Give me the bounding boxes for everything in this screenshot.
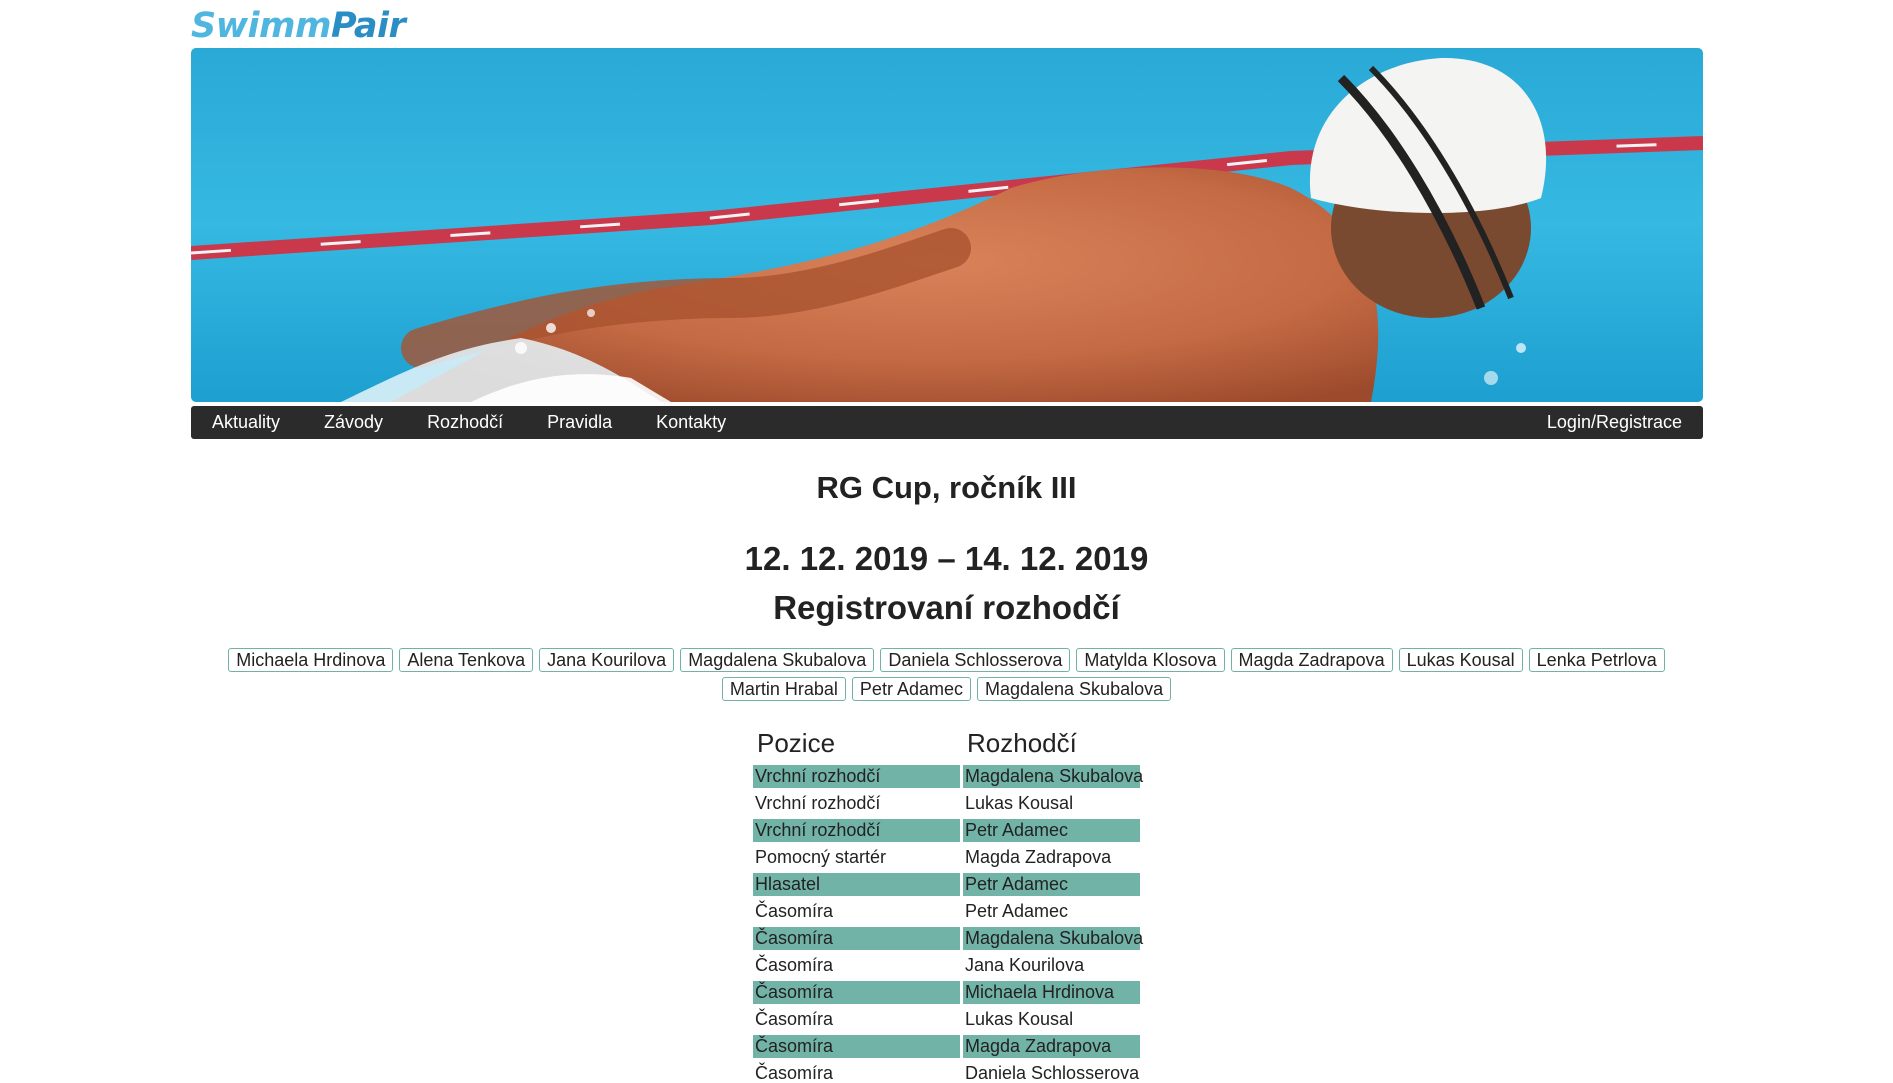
referee-cell: Lukas Kousal: [965, 793, 1074, 813]
referee-chip[interactable]: Matylda Klosova: [1076, 648, 1225, 672]
position-cell: Časomíra: [755, 955, 834, 975]
referee-chips-row-1: Michaela Hrdinova Alena Tenkova Jana Kou…: [228, 648, 1665, 672]
referee-cell: Petr Adamec: [963, 873, 1140, 896]
main-navbar: Aktuality Závody Rozhodčí Pravidla Konta…: [191, 406, 1703, 439]
table-row[interactable]: Pomocný startér Magda Zadrapova: [753, 844, 1140, 871]
referee-cell: Magda Zadrapova: [963, 1035, 1140, 1058]
referee-cell: Magdalena Skubalova: [963, 765, 1144, 788]
position-cell: Časomíra: [753, 927, 960, 950]
table-row[interactable]: Časomíra Michaela Hrdinova: [753, 979, 1140, 1006]
referee-chip[interactable]: Lenka Petrlova: [1528, 648, 1665, 672]
position-cell: Časomíra: [755, 1063, 834, 1083]
referee-chip[interactable]: Michaela Hrdinova: [228, 648, 394, 672]
logo-part-2: Pair: [330, 6, 406, 46]
table-row[interactable]: Vrchní rozhodčí Lukas Kousal: [753, 790, 1140, 817]
table-row[interactable]: Časomíra Jana Kourilova: [753, 952, 1140, 979]
event-dates: 12. 12. 2019 – 14. 12. 2019: [744, 540, 1149, 577]
position-cell: Vrchní rozhodčí: [753, 765, 960, 788]
referee-cell: Magdalena Skubalova: [963, 927, 1144, 950]
table-row[interactable]: Časomíra Petr Adamec: [753, 898, 1140, 925]
referee-chip[interactable]: Martin Hrabal: [721, 677, 846, 701]
nav-item-aktuality[interactable]: Aktuality: [212, 412, 280, 433]
table-row[interactable]: Časomíra Magdalena Skubalova: [753, 925, 1144, 952]
referee-chip[interactable]: Magdalena Skubalova: [680, 648, 875, 672]
referee-cell: Petr Adamec: [965, 901, 1069, 921]
table-row[interactable]: Časomíra Magda Zadrapova: [753, 1033, 1140, 1060]
referee-chip[interactable]: Lukas Kousal: [1398, 648, 1523, 672]
position-cell: Časomíra: [753, 1035, 960, 1058]
referee-chip[interactable]: Magda Zadrapova: [1230, 648, 1393, 672]
position-cell: Časomíra: [755, 1009, 834, 1029]
table-row[interactable]: Hlasatel Petr Adamec: [753, 871, 1140, 898]
nav-item-kontakty[interactable]: Kontakty: [656, 412, 726, 433]
event-title: RG Cup, ročník III: [816, 470, 1077, 505]
referee-cell: Jana Kourilova: [965, 955, 1085, 975]
table-row[interactable]: Časomíra Lukas Kousal: [753, 1006, 1140, 1033]
referee-chips-row-2: Martin Hrabal Petr Adamec Magdalena Skub…: [230, 677, 1663, 701]
table-row[interactable]: Vrchní rozhodčí Petr Adamec: [753, 817, 1140, 844]
logo-part-1: Swimm: [191, 6, 331, 46]
referee-chip[interactable]: Magdalena Skubalova: [976, 677, 1172, 701]
referee-chip[interactable]: Daniela Schlosserova: [880, 648, 1071, 672]
table-header: Pozice Rozhodčí: [753, 727, 1140, 763]
position-cell: Vrchní rozhodčí: [753, 819, 960, 842]
referee-chip[interactable]: Petr Adamec: [851, 677, 971, 701]
referee-assignment-table: Pozice Rozhodčí Vrchní rozhodčí Magdalen…: [753, 727, 1144, 1083]
table-row[interactable]: Časomíra Daniela Schlosserova: [753, 1060, 1140, 1083]
referee-chip[interactable]: Jana Kourilova: [539, 648, 675, 672]
registered-referees-heading: Registrovaní rozhodčí: [773, 589, 1120, 626]
referee-cell: Daniela Schlosserova: [965, 1063, 1140, 1083]
column-header-pozice: Pozice: [757, 728, 836, 758]
swimmpair-logo[interactable]: Swimm Pair: [191, 6, 406, 46]
position-cell: Časomíra: [753, 981, 960, 1004]
position-cell: Vrchní rozhodčí: [755, 793, 881, 813]
referee-chip[interactable]: Alena Tenkova: [399, 648, 534, 672]
nav-item-rozhodci[interactable]: Rozhodčí: [427, 412, 503, 433]
position-cell: Časomíra: [755, 901, 834, 921]
nav-item-zavody[interactable]: Závody: [324, 412, 383, 433]
referee-cell: Magda Zadrapova: [965, 847, 1112, 867]
referee-cell: Lukas Kousal: [965, 1009, 1074, 1029]
column-header-rozhodci: Rozhodčí: [967, 728, 1077, 758]
referee-cell: Petr Adamec: [963, 819, 1140, 842]
referee-cell: Michaela Hrdinova: [963, 981, 1140, 1004]
table-row[interactable]: Vrchní rozhodčí Magdalena Skubalova: [753, 763, 1144, 790]
position-cell: Pomocný startér: [755, 847, 887, 867]
position-cell: Hlasatel: [753, 873, 960, 896]
nav-item-pravidla[interactable]: Pravidla: [547, 412, 612, 433]
hero-banner-swimmer-image: [191, 48, 1703, 402]
nav-login-registrace[interactable]: Login/Registrace: [1547, 412, 1682, 433]
